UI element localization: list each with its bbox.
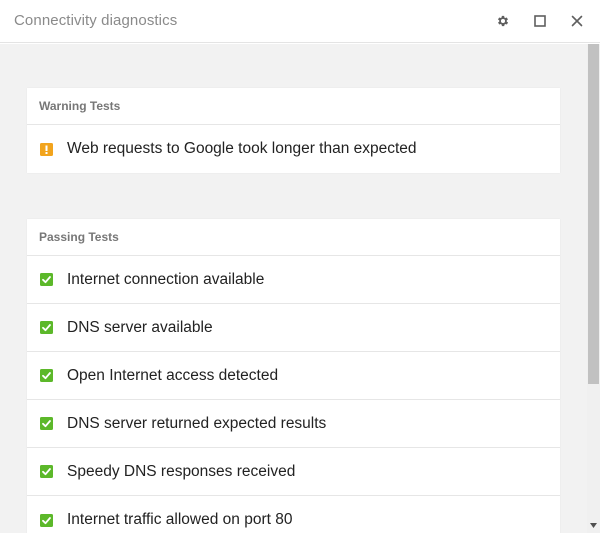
scroll-down-arrow[interactable] xyxy=(588,520,599,530)
check-icon xyxy=(40,273,53,286)
diagnostics-content: Warning Tests Web requests to Google too… xyxy=(0,44,587,533)
passing-test-row: Speedy DNS responses received xyxy=(27,448,560,496)
warning-test-label: Web requests to Google took longer than … xyxy=(67,140,417,157)
scrollbar-thumb[interactable] xyxy=(588,44,599,384)
diagnostics-window: Connectivity diagnostics Warning Tests W… xyxy=(0,0,600,533)
passing-test-label: DNS server available xyxy=(67,318,213,336)
title-bar: Connectivity diagnostics xyxy=(0,0,600,43)
passing-test-label: DNS server returned expected results xyxy=(67,414,327,432)
check-icon xyxy=(40,465,53,478)
passing-test-label: Internet connection available xyxy=(67,270,265,288)
passing-test-label: Internet traffic allowed on port 80 xyxy=(67,511,293,528)
passing-test-label: Open Internet access detected xyxy=(67,366,279,384)
gear-icon xyxy=(497,15,509,27)
warning-tests-header: Warning Tests xyxy=(27,88,560,125)
passing-test-row: Open Internet access detected xyxy=(27,352,560,400)
passing-test-label: Speedy DNS responses received xyxy=(67,462,296,480)
close-button[interactable] xyxy=(564,8,590,34)
vertical-scrollbar[interactable] xyxy=(587,44,600,533)
warning-icon xyxy=(40,142,53,156)
warning-test-row: Web requests to Google took longer than … xyxy=(27,125,560,173)
passing-test-row: Internet traffic allowed on port 80 xyxy=(27,496,560,533)
maximize-icon xyxy=(534,15,546,27)
close-icon xyxy=(571,15,583,27)
check-icon xyxy=(40,369,53,382)
passing-tests-card: Passing Tests Internet connection availa… xyxy=(27,219,560,533)
maximize-button[interactable] xyxy=(527,8,553,34)
check-icon xyxy=(40,321,53,334)
settings-button[interactable] xyxy=(490,8,516,34)
check-icon xyxy=(40,513,53,527)
passing-test-row: DNS server returned expected results xyxy=(27,400,560,448)
passing-test-row: DNS server available xyxy=(27,304,560,352)
passing-tests-header: Passing Tests xyxy=(27,219,560,256)
triangle-down-icon xyxy=(590,522,597,528)
warning-tests-card: Warning Tests Web requests to Google too… xyxy=(27,88,560,173)
window-title: Connectivity diagnostics xyxy=(14,12,178,29)
passing-test-row: Internet connection available xyxy=(27,256,560,304)
check-icon xyxy=(40,417,53,430)
